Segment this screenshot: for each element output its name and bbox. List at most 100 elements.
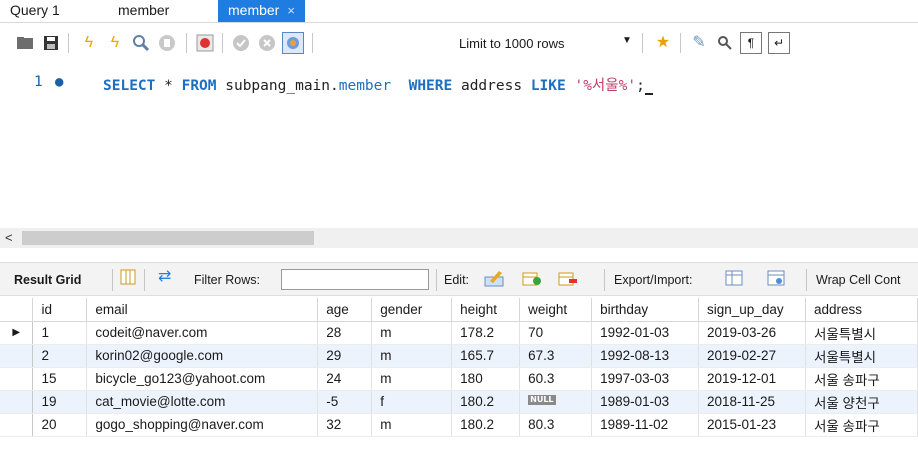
wrap-cell-content-label[interactable]: Wrap Cell Cont xyxy=(816,273,901,287)
row-gutter[interactable] xyxy=(0,367,34,391)
column-header-age[interactable]: age xyxy=(317,298,373,322)
table-cell[interactable]: 24 xyxy=(317,367,373,391)
table-cell[interactable]: m xyxy=(371,413,453,437)
close-icon[interactable]: × xyxy=(287,3,295,18)
invisible-chars-icon[interactable]: ¶ xyxy=(740,32,762,54)
insert-row-icon[interactable] xyxy=(522,269,542,291)
table-cell[interactable]: 180.2 xyxy=(451,413,521,437)
table-cell[interactable]: 서울특별시 xyxy=(805,321,918,345)
table-cell[interactable]: 1 xyxy=(32,321,88,345)
table-cell[interactable]: 2019-02-27 xyxy=(698,344,806,368)
tab-query-1[interactable]: Query 1 xyxy=(0,0,70,22)
table-cell[interactable]: 2019-03-26 xyxy=(698,321,806,345)
autocommit-icon[interactable] xyxy=(282,32,304,54)
table-cell[interactable]: 1997-03-03 xyxy=(591,367,700,391)
table-cell[interactable]: m xyxy=(371,321,453,345)
execute-icon[interactable]: ϟ xyxy=(78,32,100,54)
table-cell[interactable]: 서울 송파구 xyxy=(805,367,918,391)
table-row[interactable]: 15 bicycle_go123@yahoot.com 24 m 180 60.… xyxy=(0,367,918,391)
table-cell[interactable]: 1992-01-03 xyxy=(591,321,700,345)
column-header-sign-up-day[interactable]: sign_up_day xyxy=(698,298,806,322)
table-cell[interactable]: 29 xyxy=(317,344,373,368)
export-icon[interactable] xyxy=(724,269,744,291)
table-cell[interactable]: 2015-01-23 xyxy=(698,413,806,437)
table-cell[interactable]: 2019-12-01 xyxy=(698,367,806,391)
limit-rows-select[interactable]: Limit to 1000 rows xyxy=(459,36,565,51)
sql-statement[interactable]: SELECT * FROM subpang_main.member WHERE … xyxy=(103,74,653,95)
folder-icon[interactable] xyxy=(14,32,36,54)
row-gutter[interactable] xyxy=(0,390,34,414)
table-cell[interactable]: 165.7 xyxy=(451,344,521,368)
edit-row-icon[interactable] xyxy=(484,269,504,291)
table-cell[interactable]: codeit@naver.com xyxy=(86,321,319,345)
column-header-birthday[interactable]: birthday xyxy=(591,298,700,322)
table-cell[interactable]: m xyxy=(371,344,453,368)
table-cell[interactable]: cat_movie@lotte.com xyxy=(86,390,319,414)
editor-horizontal-scrollbar[interactable]: < xyxy=(0,228,918,248)
current-row-icon[interactable]: ▶ xyxy=(0,321,34,345)
column-header-gender[interactable]: gender xyxy=(371,298,453,322)
table-row[interactable]: ▶ 1 codeit@naver.com 28 m 178.2 70 1992-… xyxy=(0,321,918,345)
table-cell[interactable]: 2 xyxy=(32,344,88,368)
table-cell[interactable]: 60.3 xyxy=(519,367,593,391)
explain-icon[interactable] xyxy=(130,32,152,54)
table-cell[interactable]: 67.3 xyxy=(519,344,593,368)
table-cell[interactable]: 서울특별시 xyxy=(805,344,918,368)
wrap-icon[interactable]: ↵ xyxy=(768,32,790,54)
chevron-left-icon[interactable]: < xyxy=(5,230,13,245)
table-cell[interactable]: 32 xyxy=(317,413,373,437)
toggle-error-icon[interactable] xyxy=(194,32,216,54)
table-cell[interactable]: f xyxy=(371,390,453,414)
row-gutter[interactable] xyxy=(0,413,34,437)
table-cell[interactable]: 1989-01-03 xyxy=(591,390,700,414)
row-gutter[interactable] xyxy=(0,344,34,368)
column-header-height[interactable]: height xyxy=(451,298,521,322)
tab-member-1[interactable]: member xyxy=(108,0,179,22)
table-cell[interactable]: 180 xyxy=(451,367,521,391)
table-cell[interactable]: m xyxy=(371,367,453,391)
table-cell[interactable]: -5 xyxy=(317,390,373,414)
stop-icon[interactable] xyxy=(156,32,178,54)
rollback-icon[interactable] xyxy=(256,32,278,54)
column-header-weight[interactable]: weight xyxy=(519,298,593,322)
table-cell[interactable]: 서울 양천구 xyxy=(805,390,918,414)
table-cell[interactable]: 20 xyxy=(32,413,88,437)
table-cell[interactable]: 178.2 xyxy=(451,321,521,345)
scrollbar-thumb[interactable] xyxy=(22,231,314,245)
chevron-down-icon[interactable]: ▼ xyxy=(622,35,632,46)
save-icon[interactable] xyxy=(40,32,62,54)
refresh-icon[interactable]: ⇄ xyxy=(158,269,171,285)
tab-member-2[interactable]: member × xyxy=(218,0,305,22)
column-header-email[interactable]: email xyxy=(86,298,319,322)
table-cell[interactable]: 2018-11-25 xyxy=(698,390,806,414)
table-cell[interactable]: 1992-08-13 xyxy=(591,344,700,368)
table-row[interactable]: 20 gogo_shopping@naver.com 32 m 180.2 80… xyxy=(0,413,918,437)
table-row[interactable]: 2 korin02@google.com 29 m 165.7 67.3 199… xyxy=(0,344,918,368)
table-cell[interactable]: 15 xyxy=(32,367,88,391)
execute-current-icon[interactable]: ϟ xyxy=(104,32,126,54)
column-header-address[interactable]: address xyxy=(805,298,918,322)
table-cell[interactable]: 70 xyxy=(519,321,593,345)
table-cell[interactable]: gogo_shopping@naver.com xyxy=(86,413,319,437)
table-cell[interactable]: 1989-11-02 xyxy=(591,413,700,437)
filter-rows-input[interactable] xyxy=(281,269,429,290)
find-icon[interactable] xyxy=(714,32,736,54)
grid-view-icon[interactable] xyxy=(120,269,136,289)
table-cell[interactable]: bicycle_go123@yahoot.com xyxy=(86,367,319,391)
table-cell[interactable]: 28 xyxy=(317,321,373,345)
result-grid-tab[interactable]: Result Grid xyxy=(14,273,81,287)
commit-icon[interactable] xyxy=(230,32,252,54)
format-icon[interactable]: ✎ xyxy=(688,32,710,54)
table-cell[interactable]: 80.3 xyxy=(519,413,593,437)
beautify-icon[interactable]: ★ xyxy=(652,32,674,54)
table-cell[interactable]: korin02@google.com xyxy=(86,344,319,368)
table-cell[interactable]: 19 xyxy=(32,390,88,414)
column-header-id[interactable]: id xyxy=(32,298,88,322)
delete-row-icon[interactable] xyxy=(558,269,578,291)
import-icon[interactable] xyxy=(766,269,786,291)
table-cell[interactable]: 서울 송파구 xyxy=(805,413,918,437)
table-cell[interactable]: 180.2 xyxy=(451,390,521,414)
table-row[interactable]: 19 cat_movie@lotte.com -5 f 180.2 NULL 1… xyxy=(0,390,918,414)
table-cell[interactable]: NULL xyxy=(519,390,593,414)
sql-editor[interactable]: 1 ● SELECT * FROM subpang_main.member WH… xyxy=(0,62,918,222)
